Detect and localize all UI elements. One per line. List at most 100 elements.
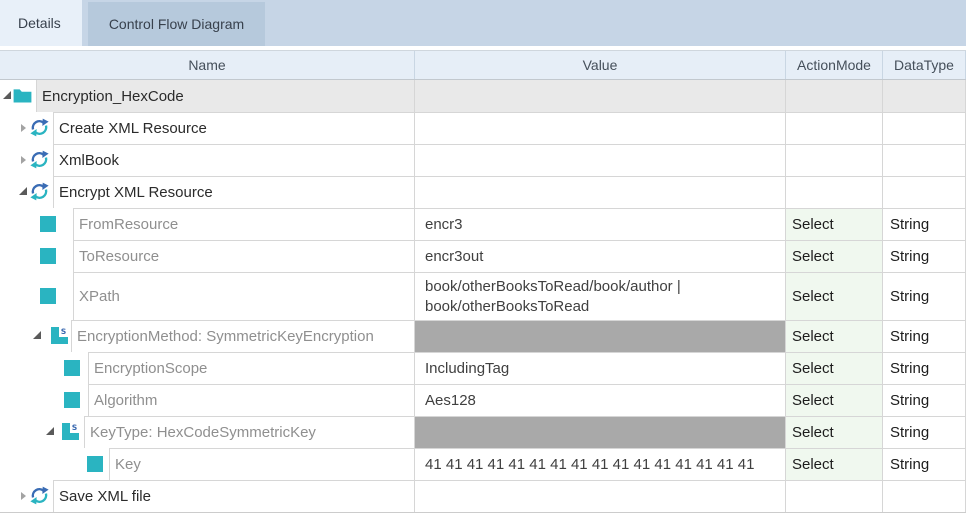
- table-row[interactable]: Save XML file: [0, 480, 966, 512]
- expander-open-icon[interactable]: [33, 331, 41, 339]
- row-label[interactable]: Algorithm: [88, 384, 414, 416]
- datatype-cell: [882, 80, 966, 112]
- table-row[interactable]: AlgorithmAes128SelectString: [0, 384, 966, 416]
- name-cell: Encryption_HexCode: [0, 80, 414, 112]
- name-cell: Save XML file: [0, 480, 414, 512]
- value-cell[interactable]: Aes128: [414, 384, 785, 416]
- sync-action-icon: [30, 192, 49, 201]
- datatype-cell: [882, 176, 966, 208]
- value-cell[interactable]: [414, 80, 785, 112]
- actionmode-cell: [785, 144, 882, 176]
- row-label[interactable]: Encrypt XML Resource: [53, 176, 414, 208]
- property-icon: [64, 392, 80, 408]
- datatype-cell: String: [882, 272, 966, 320]
- table-row[interactable]: XPathbook/otherBooksToRead/book/author |…: [0, 272, 966, 320]
- table-row[interactable]: EncryptionScopeIncludingTagSelectString: [0, 352, 966, 384]
- row-label[interactable]: XPath: [73, 272, 414, 320]
- table-row[interactable]: sKeyType: HexCodeSymmetricKeySelectStrin…: [0, 416, 966, 448]
- tree-table: Encryption_HexCodeCreate XML ResourceXml…: [0, 80, 966, 513]
- name-cell: Algorithm: [0, 384, 414, 416]
- table-row[interactable]: Key41 41 41 41 41 41 41 41 41 41 41 41 4…: [0, 448, 966, 480]
- name-cell: EncryptionScope: [0, 352, 414, 384]
- actionmode-cell[interactable]: Select: [785, 320, 882, 352]
- value-cell[interactable]: [414, 144, 785, 176]
- property-icon: [40, 216, 56, 232]
- column-header-value: Value: [414, 51, 785, 79]
- row-label[interactable]: XmlBook: [53, 144, 414, 176]
- datatype-cell: [882, 144, 966, 176]
- actionmode-cell: [785, 112, 882, 144]
- expander-closed-icon[interactable]: [21, 492, 26, 500]
- actionmode-cell[interactable]: Select: [785, 240, 882, 272]
- row-label[interactable]: EncryptionMethod: SymmetricKeyEncryption: [71, 320, 414, 352]
- property-icon: [87, 456, 103, 472]
- table-row[interactable]: FromResourceencr3SelectString: [0, 208, 966, 240]
- structure-badge: s: [59, 327, 68, 337]
- datatype-cell: [882, 112, 966, 144]
- actionmode-cell: [785, 80, 882, 112]
- value-cell[interactable]: IncludingTag: [414, 352, 785, 384]
- column-header-name: Name: [0, 51, 414, 79]
- name-cell: Encrypt XML Resource: [0, 176, 414, 208]
- structure-icon: s: [51, 327, 68, 344]
- name-cell: XmlBook: [0, 144, 414, 176]
- actionmode-cell[interactable]: Select: [785, 448, 882, 480]
- value-cell[interactable]: encr3out: [414, 240, 785, 272]
- actionmode-cell[interactable]: Select: [785, 384, 882, 416]
- value-cell-disabled: [414, 320, 785, 352]
- actionmode-cell: [785, 176, 882, 208]
- expander-closed-icon[interactable]: [21, 156, 26, 164]
- row-label[interactable]: Save XML file: [53, 480, 414, 512]
- value-cell-disabled: [414, 416, 785, 448]
- row-label[interactable]: EncryptionScope: [88, 352, 414, 384]
- name-cell: ToResource: [0, 240, 414, 272]
- actionmode-cell[interactable]: Select: [785, 352, 882, 384]
- structure-icon: s: [62, 423, 79, 440]
- table-row[interactable]: Encryption_HexCode: [0, 80, 966, 112]
- table-row[interactable]: Create XML Resource: [0, 112, 966, 144]
- value-cell[interactable]: [414, 176, 785, 208]
- app-window: Details Control Flow Diagram Name Value …: [0, 0, 966, 513]
- table-row[interactable]: XmlBook: [0, 144, 966, 176]
- table-row[interactable]: Encrypt XML Resource: [0, 176, 966, 208]
- expander-closed-icon[interactable]: [21, 124, 26, 132]
- actionmode-cell[interactable]: Select: [785, 416, 882, 448]
- name-cell: sEncryptionMethod: SymmetricKeyEncryptio…: [0, 320, 414, 352]
- name-cell: XPath: [0, 272, 414, 320]
- name-cell: s KeyType: HexCodeSymmetricKey: [0, 416, 414, 448]
- sync-action-icon: [30, 160, 49, 169]
- property-icon: [64, 360, 80, 376]
- row-label[interactable]: ToResource: [73, 240, 414, 272]
- expander-open-icon[interactable]: [3, 91, 11, 99]
- row-label[interactable]: Encryption_HexCode: [36, 80, 414, 112]
- value-cell[interactable]: [414, 112, 785, 144]
- actionmode-cell: [785, 480, 882, 512]
- row-label[interactable]: Create XML Resource: [53, 112, 414, 144]
- sync-action-icon: [30, 496, 49, 505]
- table-row[interactable]: ToResourceencr3outSelectString: [0, 240, 966, 272]
- row-label[interactable]: Key: [109, 448, 414, 480]
- property-icon: [40, 288, 56, 304]
- row-label[interactable]: FromResource: [73, 208, 414, 240]
- structure-badge: s: [70, 423, 79, 433]
- expander-open-icon[interactable]: [46, 427, 54, 435]
- actionmode-cell[interactable]: Select: [785, 208, 882, 240]
- table-row[interactable]: sEncryptionMethod: SymmetricKeyEncryptio…: [0, 320, 966, 352]
- value-cell[interactable]: encr3: [414, 208, 785, 240]
- datatype-cell: String: [882, 352, 966, 384]
- expander-open-icon[interactable]: [19, 187, 27, 195]
- row-label[interactable]: KeyType: HexCodeSymmetricKey: [84, 416, 414, 448]
- tab-control-flow-diagram[interactable]: Control Flow Diagram: [88, 2, 265, 46]
- tab-details[interactable]: Details: [0, 0, 82, 46]
- datatype-cell: [882, 480, 966, 512]
- value-cell[interactable]: 41 41 41 41 41 41 41 41 41 41 41 41 41 4…: [414, 448, 785, 480]
- column-header-datatype: DataType: [882, 51, 966, 79]
- property-icon: [40, 248, 56, 264]
- datatype-cell: String: [882, 208, 966, 240]
- value-cell[interactable]: book/otherBooksToRead/book/author | book…: [414, 272, 785, 320]
- value-cell[interactable]: [414, 480, 785, 512]
- folder-icon: [13, 96, 32, 103]
- name-cell: Create XML Resource: [0, 112, 414, 144]
- actionmode-cell[interactable]: Select: [785, 272, 882, 320]
- datatype-cell: String: [882, 240, 966, 272]
